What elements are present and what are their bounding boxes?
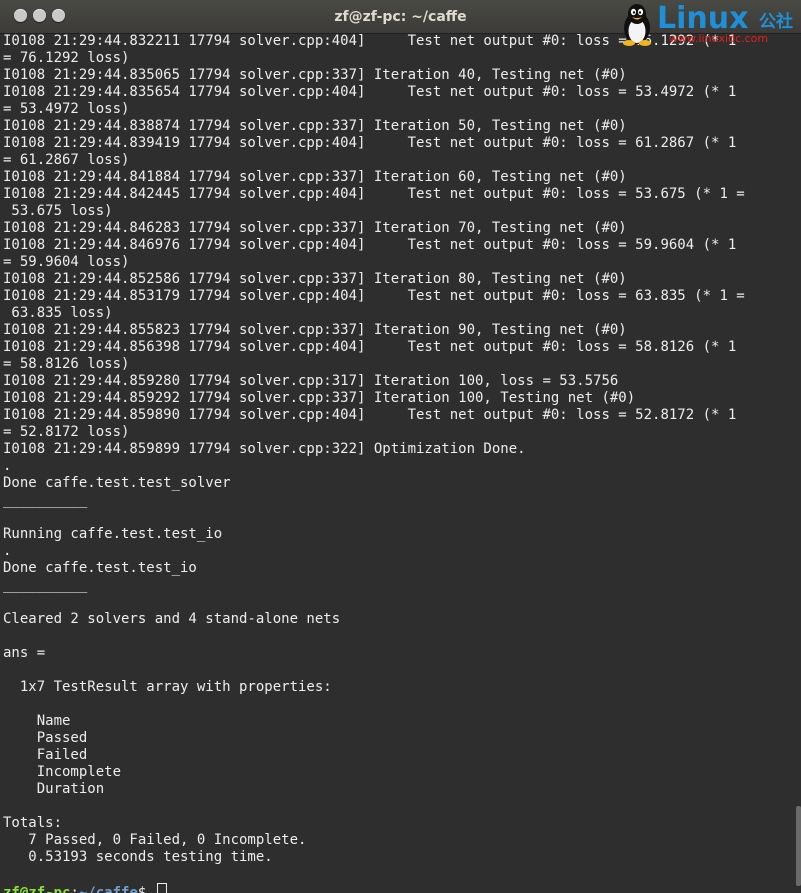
watermark-url: www.linuxidc.com <box>669 32 769 45</box>
terminal-line: Totals: <box>3 815 63 831</box>
terminal-line: Failed <box>3 747 88 763</box>
terminal-line: = 58.8126 loss) <box>3 356 130 372</box>
terminal-line: I0108 21:29:44.838874 17794 solver.cpp:3… <box>3 118 627 134</box>
terminal-line: Done caffe.test.test_io <box>3 560 197 576</box>
terminal-line: 1x7 TestResult array with properties: <box>3 679 332 695</box>
terminal-line: I0108 21:29:44.855823 17794 solver.cpp:3… <box>3 322 627 338</box>
terminal-line: Duration <box>3 781 105 797</box>
terminal-output[interactable]: I0108 21:29:44.832211 17794 solver.cpp:4… <box>3 33 793 893</box>
terminal-line: I0108 21:29:44.859899 17794 solver.cpp:3… <box>3 441 526 457</box>
terminal-line: I0108 21:29:44.842445 17794 solver.cpp:4… <box>3 186 745 202</box>
terminal-line: = 76.1292 loss) <box>3 50 130 66</box>
terminal-line: 0.53193 seconds testing time. <box>3 849 273 865</box>
prompt-symbol: $ <box>137 885 155 893</box>
terminal-line: I0108 21:29:44.846283 17794 solver.cpp:3… <box>3 220 627 236</box>
terminal-line: I0108 21:29:44.856398 17794 solver.cpp:4… <box>3 339 737 355</box>
text-cursor <box>156 883 167 893</box>
terminal-line: 7 Passed, 0 Failed, 0 Incomplete. <box>3 832 307 848</box>
terminal-line: Passed <box>3 730 88 746</box>
terminal-line: I0108 21:29:44.839419 17794 solver.cpp:4… <box>3 135 737 151</box>
terminal-line: I0108 21:29:44.859280 17794 solver.cpp:3… <box>3 373 619 389</box>
terminal-line: Cleared 2 solvers and 4 stand-alone nets <box>3 611 341 627</box>
prompt-separator: : <box>70 885 79 893</box>
terminal-line: = 53.4972 loss) <box>3 101 130 117</box>
shell-prompt[interactable]: zf@zf-pc:~/caffe$ <box>3 883 793 893</box>
terminal-line: I0108 21:29:44.859292 17794 solver.cpp:3… <box>3 390 636 406</box>
terminal-line: Done caffe.test.test_solver <box>3 475 231 491</box>
terminal-line: I0108 21:29:44.846976 17794 solver.cpp:4… <box>3 237 737 253</box>
terminal-line: = 52.8172 loss) <box>3 424 130 440</box>
terminal-line: I0108 21:29:44.853179 17794 solver.cpp:4… <box>3 288 745 304</box>
watermark-brand: Linux <box>657 1 749 36</box>
terminal-line: 53.675 loss) <box>3 203 113 219</box>
terminal-line: . <box>3 543 12 559</box>
prompt-user-host: zf@zf-pc <box>3 885 71 893</box>
scrollbar-thumb[interactable] <box>796 806 801 886</box>
tux-penguin-icon <box>623 4 651 46</box>
terminal-line: = 59.9604 loss) <box>3 254 130 270</box>
terminal-line: . <box>3 458 12 474</box>
terminal-line: = 61.2867 loss) <box>3 152 130 168</box>
linuxidc-watermark: Linux 公社 www.linuxidc.com <box>619 2 797 46</box>
terminal-line: I0108 21:29:44.841884 17794 solver.cpp:3… <box>3 169 627 185</box>
prompt-path: ~/caffe <box>78 885 138 893</box>
terminal-line: __________ <box>3 492 88 508</box>
terminal-line: Incomplete <box>3 764 122 780</box>
terminal-line: I0108 21:29:44.835654 17794 solver.cpp:4… <box>3 84 737 100</box>
terminal-line: __________ <box>3 577 88 593</box>
terminal-line: I0108 21:29:44.835065 17794 solver.cpp:3… <box>3 67 627 83</box>
terminal-line: Name <box>3 713 71 729</box>
watermark-brand-cn: 公社 <box>759 12 793 32</box>
terminal-line: Running caffe.test.test_io <box>3 526 223 542</box>
terminal-line: I0108 21:29:44.852586 17794 solver.cpp:3… <box>3 271 627 287</box>
terminal-line: ans = <box>3 645 54 661</box>
terminal-line: I0108 21:29:44.859890 17794 solver.cpp:4… <box>3 407 737 423</box>
terminal-line: 63.835 loss) <box>3 305 113 321</box>
terminal-window: zf@zf-pc: ~/caffe I0108 21:29:44.832211 … <box>0 0 801 893</box>
